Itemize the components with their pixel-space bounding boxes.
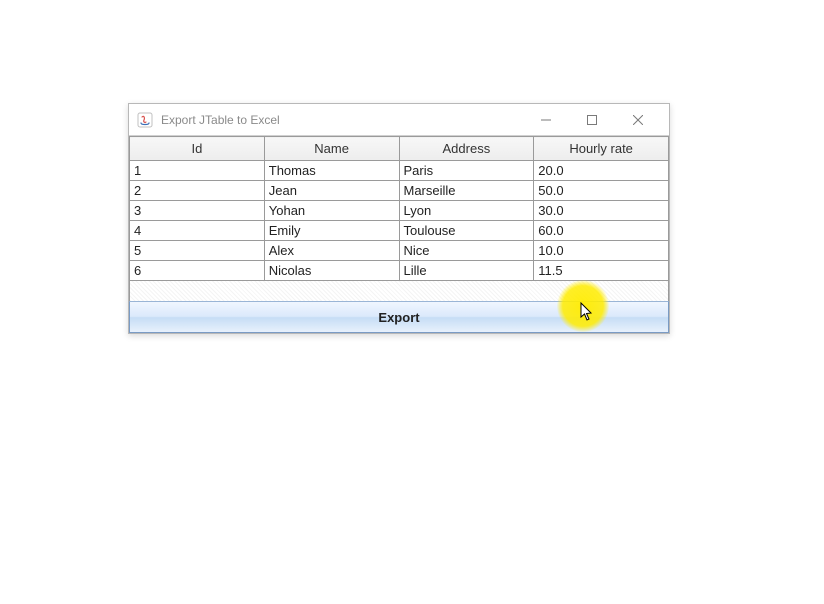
cell-name[interactable]: Emily	[264, 221, 399, 241]
cell-name[interactable]: Thomas	[264, 161, 399, 181]
java-icon	[137, 112, 153, 128]
cell-rate[interactable]: 20.0	[534, 161, 669, 181]
cell-id[interactable]: 2	[130, 181, 265, 201]
table-row[interactable]: 3YohanLyon30.0	[130, 201, 669, 221]
col-id[interactable]: Id	[130, 137, 265, 161]
table-row[interactable]: 1ThomasParis20.0	[130, 161, 669, 181]
cell-name[interactable]: Nicolas	[264, 261, 399, 281]
export-button[interactable]: Export	[129, 301, 669, 333]
app-window: Export JTable to Excel Id Name Address H…	[128, 103, 670, 334]
cell-rate[interactable]: 60.0	[534, 221, 669, 241]
cell-address[interactable]: Toulouse	[399, 221, 534, 241]
cell-address[interactable]: Lyon	[399, 201, 534, 221]
window-controls	[523, 105, 661, 135]
window-title: Export JTable to Excel	[161, 113, 523, 127]
cell-id[interactable]: 1	[130, 161, 265, 181]
cell-id[interactable]: 3	[130, 201, 265, 221]
col-name[interactable]: Name	[264, 137, 399, 161]
cell-rate[interactable]: 10.0	[534, 241, 669, 261]
cell-name[interactable]: Yohan	[264, 201, 399, 221]
cell-address[interactable]: Lille	[399, 261, 534, 281]
cell-id[interactable]: 6	[130, 261, 265, 281]
table-row[interactable]: 6NicolasLille11.5	[130, 261, 669, 281]
content-area: Id Name Address Hourly rate 1ThomasParis…	[129, 136, 669, 333]
cell-id[interactable]: 5	[130, 241, 265, 261]
close-button[interactable]	[615, 105, 661, 135]
table-row[interactable]: 5AlexNice10.0	[130, 241, 669, 261]
data-table[interactable]: Id Name Address Hourly rate 1ThomasParis…	[129, 136, 669, 281]
cell-rate[interactable]: 11.5	[534, 261, 669, 281]
col-rate[interactable]: Hourly rate	[534, 137, 669, 161]
titlebar[interactable]: Export JTable to Excel	[129, 104, 669, 136]
cell-name[interactable]: Alex	[264, 241, 399, 261]
cell-address[interactable]: Nice	[399, 241, 534, 261]
table-row[interactable]: 4EmilyToulouse60.0	[130, 221, 669, 241]
col-address[interactable]: Address	[399, 137, 534, 161]
minimize-button[interactable]	[523, 105, 569, 135]
table-filler	[129, 281, 669, 301]
table-header-row: Id Name Address Hourly rate	[130, 137, 669, 161]
cell-address[interactable]: Marseille	[399, 181, 534, 201]
cell-id[interactable]: 4	[130, 221, 265, 241]
maximize-button[interactable]	[569, 105, 615, 135]
cell-name[interactable]: Jean	[264, 181, 399, 201]
cell-rate[interactable]: 50.0	[534, 181, 669, 201]
button-bar: Export	[129, 301, 669, 333]
table-row[interactable]: 2JeanMarseille50.0	[130, 181, 669, 201]
cell-address[interactable]: Paris	[399, 161, 534, 181]
cell-rate[interactable]: 30.0	[534, 201, 669, 221]
